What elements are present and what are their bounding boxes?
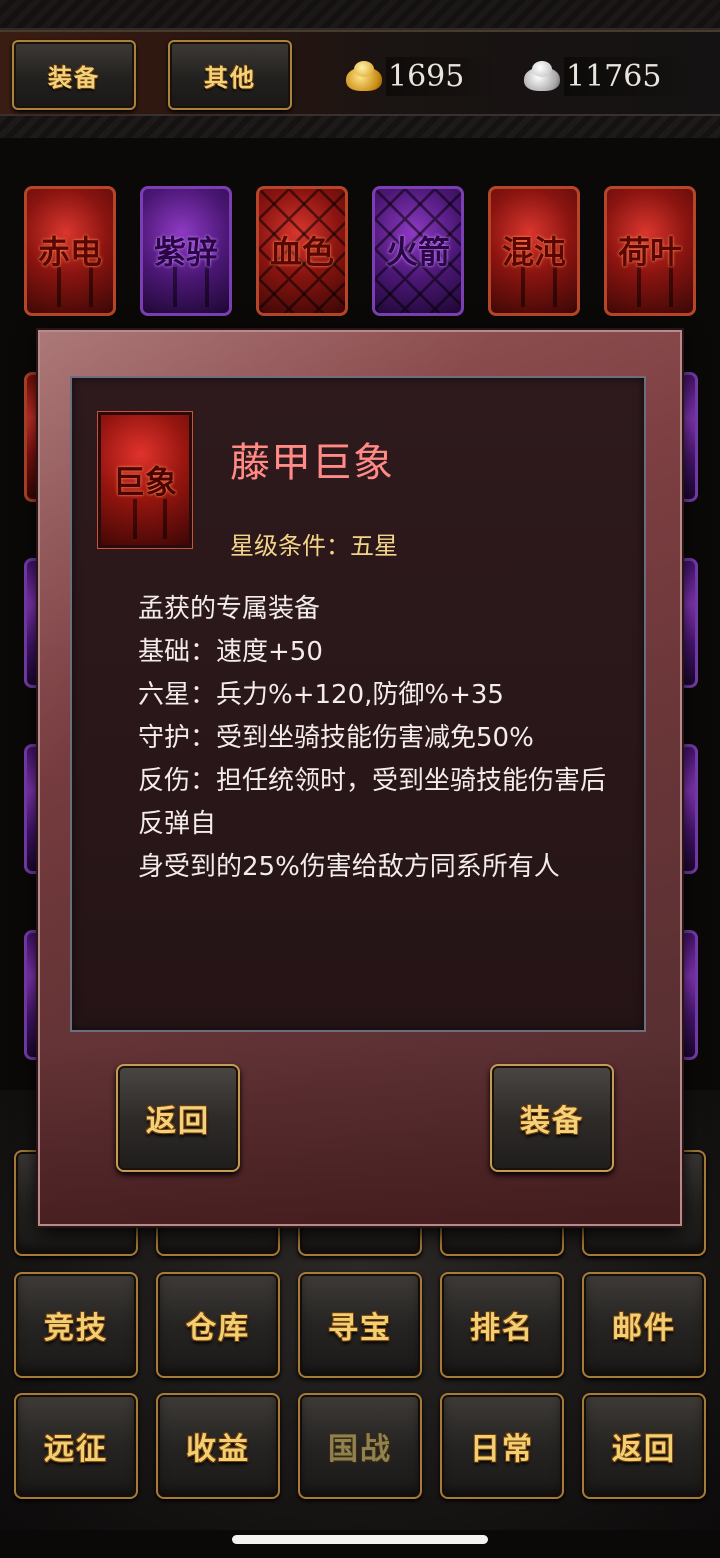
mount-label: 荷叶 xyxy=(617,233,682,271)
menu-button-arena[interactable]: 竞技 xyxy=(14,1272,138,1378)
mount-label: 紫骍 xyxy=(153,233,218,271)
item-icon-card: 巨象 xyxy=(97,411,193,549)
description-line: 孟获的专属装备 xyxy=(138,594,321,624)
silver-currency: 11765 xyxy=(522,52,698,100)
menu-button-warehouse[interactable]: 仓库 xyxy=(156,1272,280,1378)
home-indicator[interactable] xyxy=(232,1535,488,1544)
mount-label: 火箭 xyxy=(385,233,450,271)
menu-button-daily[interactable]: 日常 xyxy=(440,1393,564,1499)
top-decor-strip xyxy=(0,0,720,30)
gold-ingot-icon xyxy=(344,59,384,93)
silver-amount: 11765 xyxy=(564,56,698,96)
description-line: 基础：速度+50 xyxy=(138,637,323,667)
mount-card-heye[interactable]: 荷叶 xyxy=(604,186,696,316)
mount-label: 血色 xyxy=(269,233,334,271)
item-icon-label: 巨象 xyxy=(112,463,177,501)
equip-button[interactable]: 装备 xyxy=(490,1064,614,1172)
equipment-detail-dialog: 巨象 藤甲巨象 星级条件：五星 孟获的专属装备 基础：速度+50 六星：兵力%+… xyxy=(38,330,682,1226)
silver-ingot-icon xyxy=(522,59,562,93)
top-bar: 装备 其他 1695 11765 xyxy=(0,30,720,116)
menu-button-national-war[interactable]: 国战 xyxy=(298,1393,422,1499)
item-name: 藤甲巨象 xyxy=(230,440,394,486)
menu-button-expedition[interactable]: 远征 xyxy=(14,1393,138,1499)
mount-label: 混沌 xyxy=(501,233,566,271)
star-condition: 星级条件：五星 xyxy=(230,532,398,560)
mount-label: 赤电 xyxy=(37,233,102,271)
menu-button-mail[interactable]: 邮件 xyxy=(582,1272,706,1378)
mount-card-chidian[interactable]: 赤电 xyxy=(24,186,116,316)
gold-currency: 1695 xyxy=(344,52,501,100)
menu-button-return[interactable]: 返回 xyxy=(582,1393,706,1499)
description-line: 守护：受到坐骑技能伤害减免50% xyxy=(138,723,534,753)
description-line: 反伤：担任统领时，受到坐骑技能伤害后反弹自 xyxy=(138,766,607,839)
menu-button-ranking[interactable]: 排名 xyxy=(440,1272,564,1378)
mount-card-xuese[interactable]: 血色 xyxy=(256,186,348,316)
tab-equipment[interactable]: 装备 xyxy=(12,40,136,110)
menu-button-treasure-hunt[interactable]: 寻宝 xyxy=(298,1272,422,1378)
back-button[interactable]: 返回 xyxy=(116,1064,240,1172)
dialog-content-panel: 巨象 藤甲巨象 星级条件：五星 孟获的专属装备 基础：速度+50 六星：兵力%+… xyxy=(70,376,646,1032)
mount-card-hundun[interactable]: 混沌 xyxy=(488,186,580,316)
menu-button-income[interactable]: 收益 xyxy=(156,1393,280,1499)
item-description: 孟获的专属装备 基础：速度+50 六星：兵力%+120,防御%+35 守护：受到… xyxy=(138,588,628,889)
description-line: 身受到的25%伤害给敌方同系所有人 xyxy=(138,852,560,882)
mount-card-zixing[interactable]: 紫骍 xyxy=(140,186,232,316)
gold-amount: 1695 xyxy=(386,56,501,96)
mount-card-huojian[interactable]: 火箭 xyxy=(372,186,464,316)
tab-other[interactable]: 其他 xyxy=(168,40,292,110)
description-line: 六星：兵力%+120,防御%+35 xyxy=(138,680,504,710)
divider-band xyxy=(0,116,720,138)
